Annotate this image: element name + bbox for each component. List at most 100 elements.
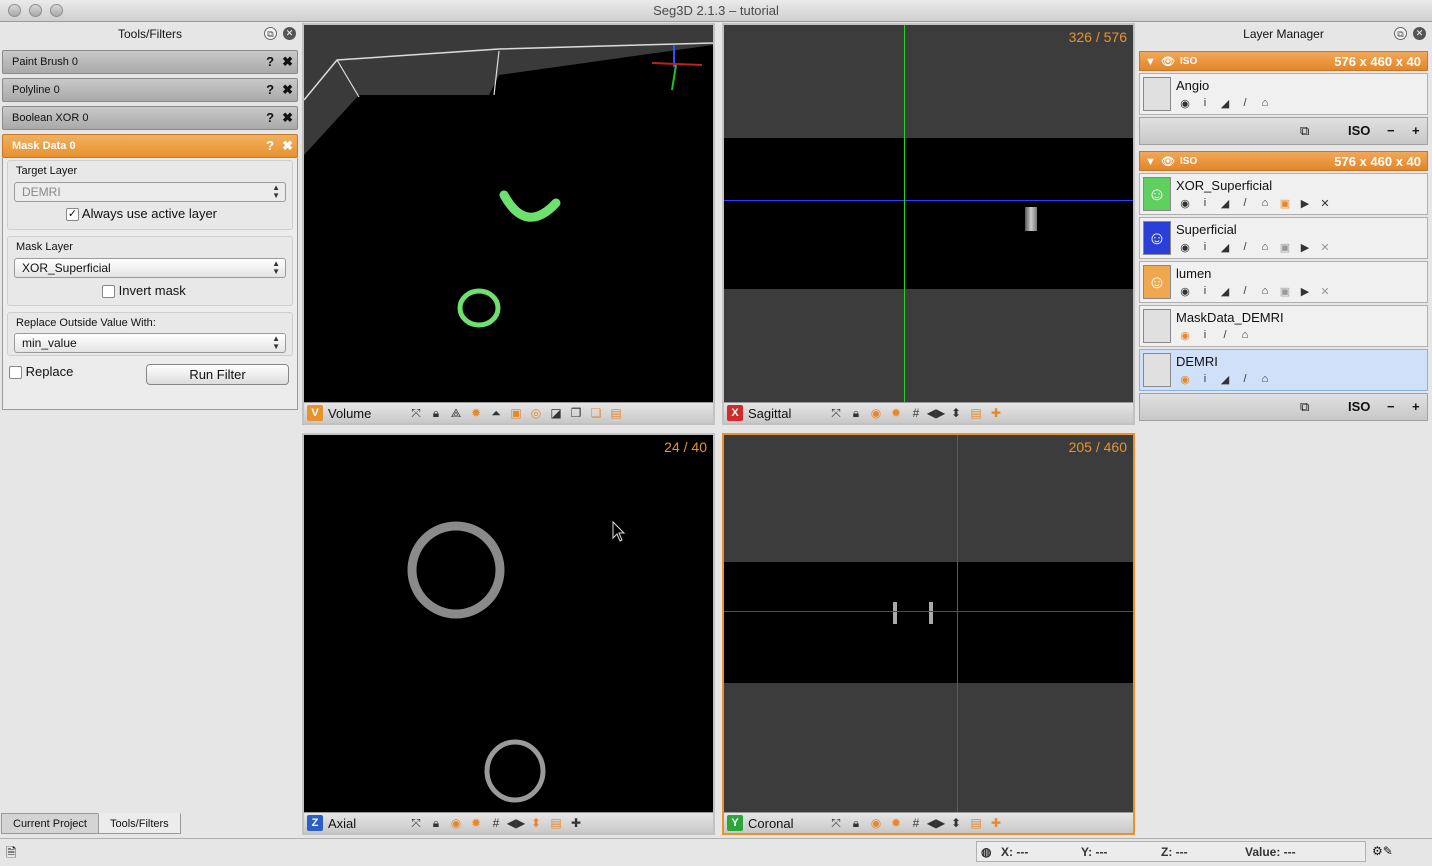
volume-render-icon[interactable]: ◪: [546, 406, 566, 420]
layer-lumen[interactable]: ☺ lumen ◉ i ◢ / ⌂ ▣ ▶ ✕: [1139, 261, 1428, 303]
replace-checkbox[interactable]: [9, 366, 22, 380]
volume-viewer[interactable]: V Volume ⤧ 🔒︎ ⟁ ✹ ⏶ ▣ ◎ ◪ ❐ ❏ ▤: [302, 23, 715, 425]
eye-icon[interactable]: ◉: [1176, 373, 1194, 386]
help-icon[interactable]: ?: [266, 107, 274, 129]
tab-tools-filters[interactable]: Tools/Filters: [97, 813, 181, 834]
crosshair-icon[interactable]: ✚: [986, 816, 1006, 830]
close-window-button[interactable]: [8, 4, 21, 17]
lock-icon[interactable]: ⌂: [1256, 241, 1274, 254]
lock-icon[interactable]: 🔒︎: [426, 406, 446, 421]
sagittal-badge[interactable]: X: [727, 405, 743, 421]
iso-icon[interactable]: ▣: [1276, 241, 1294, 254]
group-header[interactable]: ▼ 👁︎ ISO 576 x 460 x 40: [1139, 51, 1428, 71]
iso-button[interactable]: ISO: [1348, 123, 1370, 138]
lock-icon[interactable]: ⌂: [1236, 329, 1254, 342]
iso-delete-icon[interactable]: ✕: [1316, 197, 1334, 210]
close-tool-icon[interactable]: ✖: [282, 79, 293, 101]
iso-icon[interactable]: ▣: [1276, 197, 1294, 210]
collapse-triangle-icon[interactable]: ▼: [1145, 152, 1156, 172]
tool-paint-brush[interactable]: Paint Brush 0 ? ✖: [2, 50, 298, 74]
flip-horizontal-icon[interactable]: ◀▶: [506, 816, 526, 830]
overlay-icon[interactable]: ▤: [966, 406, 986, 420]
group-header[interactable]: ▼ 👁︎ ISO 576 x 460 x 40: [1139, 151, 1428, 171]
help-icon[interactable]: ?: [266, 135, 274, 157]
eye-icon[interactable]: ◉: [1176, 329, 1194, 342]
visibility-icon[interactable]: ◉: [446, 816, 466, 830]
opacity-icon[interactable]: ◢: [1216, 285, 1234, 298]
close-tool-icon[interactable]: ✖: [282, 51, 293, 73]
flip-vertical-icon[interactable]: ⬍: [946, 816, 966, 830]
invert-mask-option[interactable]: Invert mask: [102, 283, 186, 299]
add-layer-button[interactable]: +: [1412, 123, 1420, 138]
lock-icon[interactable]: 🔒︎: [426, 816, 446, 831]
layer-maskdata-demri[interactable]: MaskData_DEMRI ◉ i / ⌂: [1139, 305, 1428, 347]
duplicate-icon[interactable]: ⧉: [1300, 399, 1309, 415]
remove-layer-button[interactable]: −: [1387, 123, 1395, 138]
log-icon[interactable]: 🗎︎: [6, 844, 16, 866]
layer-demri[interactable]: DEMRI ◉ i ◢ / ⌂: [1139, 349, 1428, 391]
eye-icon[interactable]: 👁︎: [1161, 152, 1175, 172]
float-panel-icon[interactable]: ⧉: [264, 27, 277, 40]
run-filter-button[interactable]: Run Filter: [146, 364, 289, 385]
lighting-icon[interactable]: ✹: [466, 406, 486, 420]
layer-angio[interactable]: Angio ◉ i ◢ / ⌂: [1139, 73, 1428, 115]
crosshair-icon[interactable]: ✚: [566, 816, 586, 830]
layer-xor-superficial[interactable]: ☺ XOR_Superficial ◉ i ◢ / ⌂ ▣ ▶ ✕: [1139, 173, 1428, 215]
lock-icon[interactable]: ⌂: [1256, 373, 1274, 386]
crosshair-icon[interactable]: ✚: [986, 406, 1006, 420]
iso-button[interactable]: ISO: [1348, 399, 1370, 414]
coronal-badge[interactable]: Y: [727, 815, 743, 831]
info-icon[interactable]: i: [1196, 97, 1214, 110]
eye-icon[interactable]: 👁︎: [1161, 52, 1175, 72]
status-tools-icon[interactable]: ⚙✎: [1372, 844, 1393, 858]
close-tool-icon[interactable]: ✖: [282, 107, 293, 129]
eye-icon[interactable]: ◉: [1176, 197, 1194, 210]
flip-horizontal-icon[interactable]: ◀▶: [926, 816, 946, 830]
sagittal-viewer-name[interactable]: Sagittal: [748, 406, 826, 421]
picking-icon[interactable]: ✹: [886, 816, 906, 830]
help-icon[interactable]: ?: [266, 51, 274, 73]
overlay-icon[interactable]: ▤: [546, 816, 566, 830]
lock-icon[interactable]: 🔒︎: [846, 406, 866, 421]
opacity-icon[interactable]: ◢: [1216, 241, 1234, 254]
tool-polyline[interactable]: Polyline 0 ? ✖: [2, 78, 298, 102]
add-layer-button[interactable]: +: [1412, 399, 1420, 414]
coronal-viewer-name[interactable]: Coronal: [748, 816, 826, 831]
replace-option[interactable]: Replace: [9, 364, 73, 380]
picking-icon[interactable]: ✹: [466, 816, 486, 830]
replace-outside-select[interactable]: min_value ▲ ▼: [14, 333, 286, 353]
iso-delete-icon[interactable]: ✕: [1316, 285, 1334, 298]
float-panel-icon[interactable]: ⧉: [1394, 27, 1407, 40]
coronal-viewer[interactable]: 205 / 460 Y Coronal ⤧ 🔒︎ ◉ ✹ # ◀▶ ⬍ ▤ ✚: [722, 433, 1135, 835]
brush-icon[interactable]: /: [1236, 241, 1254, 254]
axial-badge[interactable]: Z: [307, 815, 323, 831]
lock-icon[interactable]: ⌂: [1256, 197, 1274, 210]
brush-icon[interactable]: /: [1236, 285, 1254, 298]
tool-boolean-xor[interactable]: Boolean XOR 0 ? ✖: [2, 106, 298, 130]
slice-planes-icon[interactable]: ⟁: [446, 406, 466, 421]
iso-compute-icon[interactable]: ▶: [1296, 197, 1314, 210]
fit-view-icon[interactable]: ⤧: [826, 406, 846, 421]
always-active-option[interactable]: ✓ Always use active layer: [66, 206, 217, 222]
axial-viewer[interactable]: 24 / 40 Z Axial ⤧ 🔒︎ ◉ ✹ # ◀▶ ⬍ ▤ ✚: [302, 433, 715, 835]
info-icon[interactable]: i: [1196, 285, 1214, 298]
bbox-icon[interactable]: ⏶: [486, 406, 506, 421]
grid-icon[interactable]: #: [906, 406, 926, 420]
lock-icon[interactable]: ⌂: [1256, 285, 1274, 298]
brush-icon[interactable]: /: [1216, 329, 1234, 342]
grid-icon[interactable]: #: [906, 816, 926, 830]
brush-icon[interactable]: /: [1236, 197, 1254, 210]
info-icon[interactable]: i: [1196, 241, 1214, 254]
picking-icon[interactable]: ▤: [606, 406, 626, 420]
fit-view-icon[interactable]: ⤧: [406, 406, 426, 421]
flip-vertical-icon[interactable]: ⬍: [946, 406, 966, 420]
info-icon[interactable]: i: [1196, 197, 1214, 210]
lock-icon[interactable]: 🔒︎: [846, 816, 866, 831]
iso-compute-icon[interactable]: ▶: [1296, 285, 1314, 298]
overlay-icon[interactable]: ❐: [566, 406, 586, 420]
visibility-icon[interactable]: ◉: [866, 816, 886, 830]
eye-icon[interactable]: ◉: [1176, 97, 1194, 110]
fit-view-icon[interactable]: ⤧: [826, 816, 846, 831]
layers-icon[interactable]: ❏: [586, 406, 606, 420]
picking-icon[interactable]: ✹: [886, 406, 906, 420]
